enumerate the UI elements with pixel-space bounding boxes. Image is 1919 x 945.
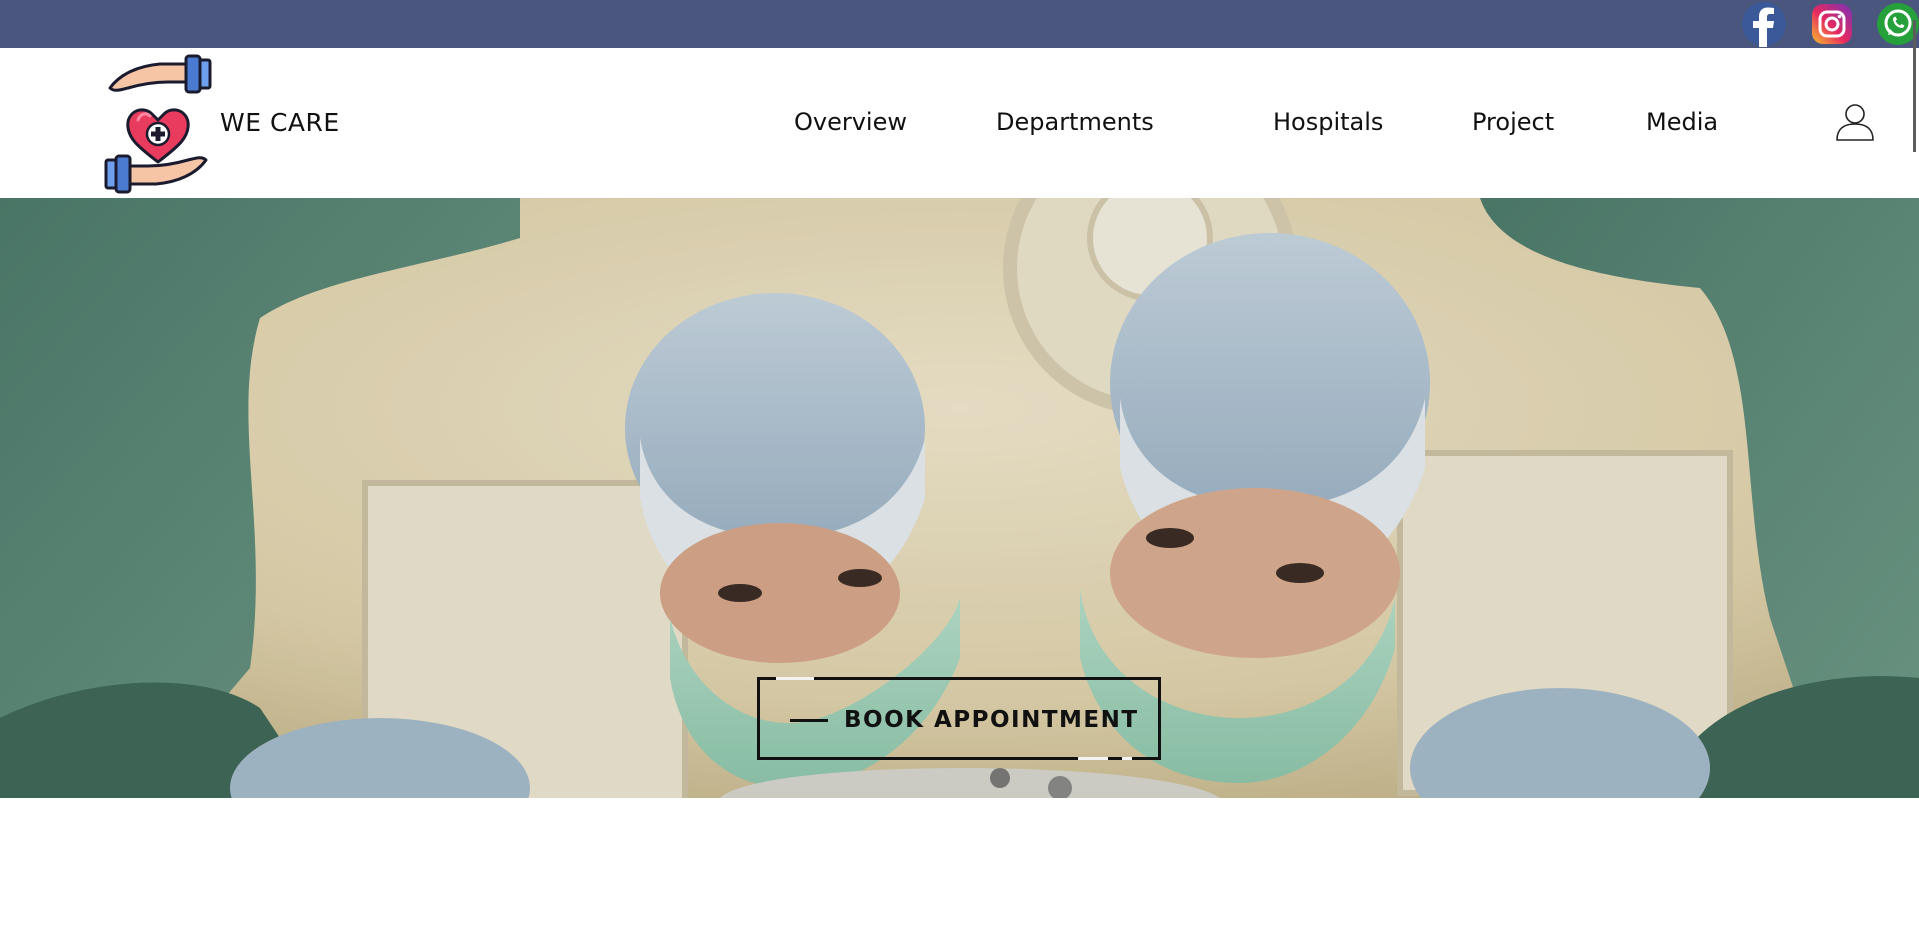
nav-hospitals[interactable]: Hospitals (1273, 108, 1383, 136)
scrollbar[interactable] (1913, 20, 1916, 152)
book-appointment-button[interactable]: BOOK APPOINTMENT (757, 677, 1161, 760)
instagram-icon[interactable] (1810, 1, 1854, 47)
nav-project[interactable]: Project (1472, 108, 1554, 136)
nav-media[interactable]: Media (1646, 108, 1718, 136)
book-appointment-label: BOOK APPOINTMENT (844, 707, 1139, 733)
site-header: WE CARE Overview Departments Hospitals P… (0, 48, 1919, 198)
button-accent-line (1122, 757, 1132, 760)
logo-icon[interactable] (90, 52, 226, 198)
nav-overview[interactable]: Overview (794, 108, 907, 136)
facebook-icon[interactable] (1742, 1, 1786, 47)
user-icon[interactable] (1834, 100, 1876, 142)
button-accent-line (1078, 757, 1108, 760)
nav-departments[interactable]: Departments (996, 108, 1154, 136)
button-dash-icon (790, 719, 828, 722)
brand-name[interactable]: WE CARE (220, 108, 340, 137)
top-bar (0, 0, 1919, 48)
button-accent-line (776, 677, 814, 680)
